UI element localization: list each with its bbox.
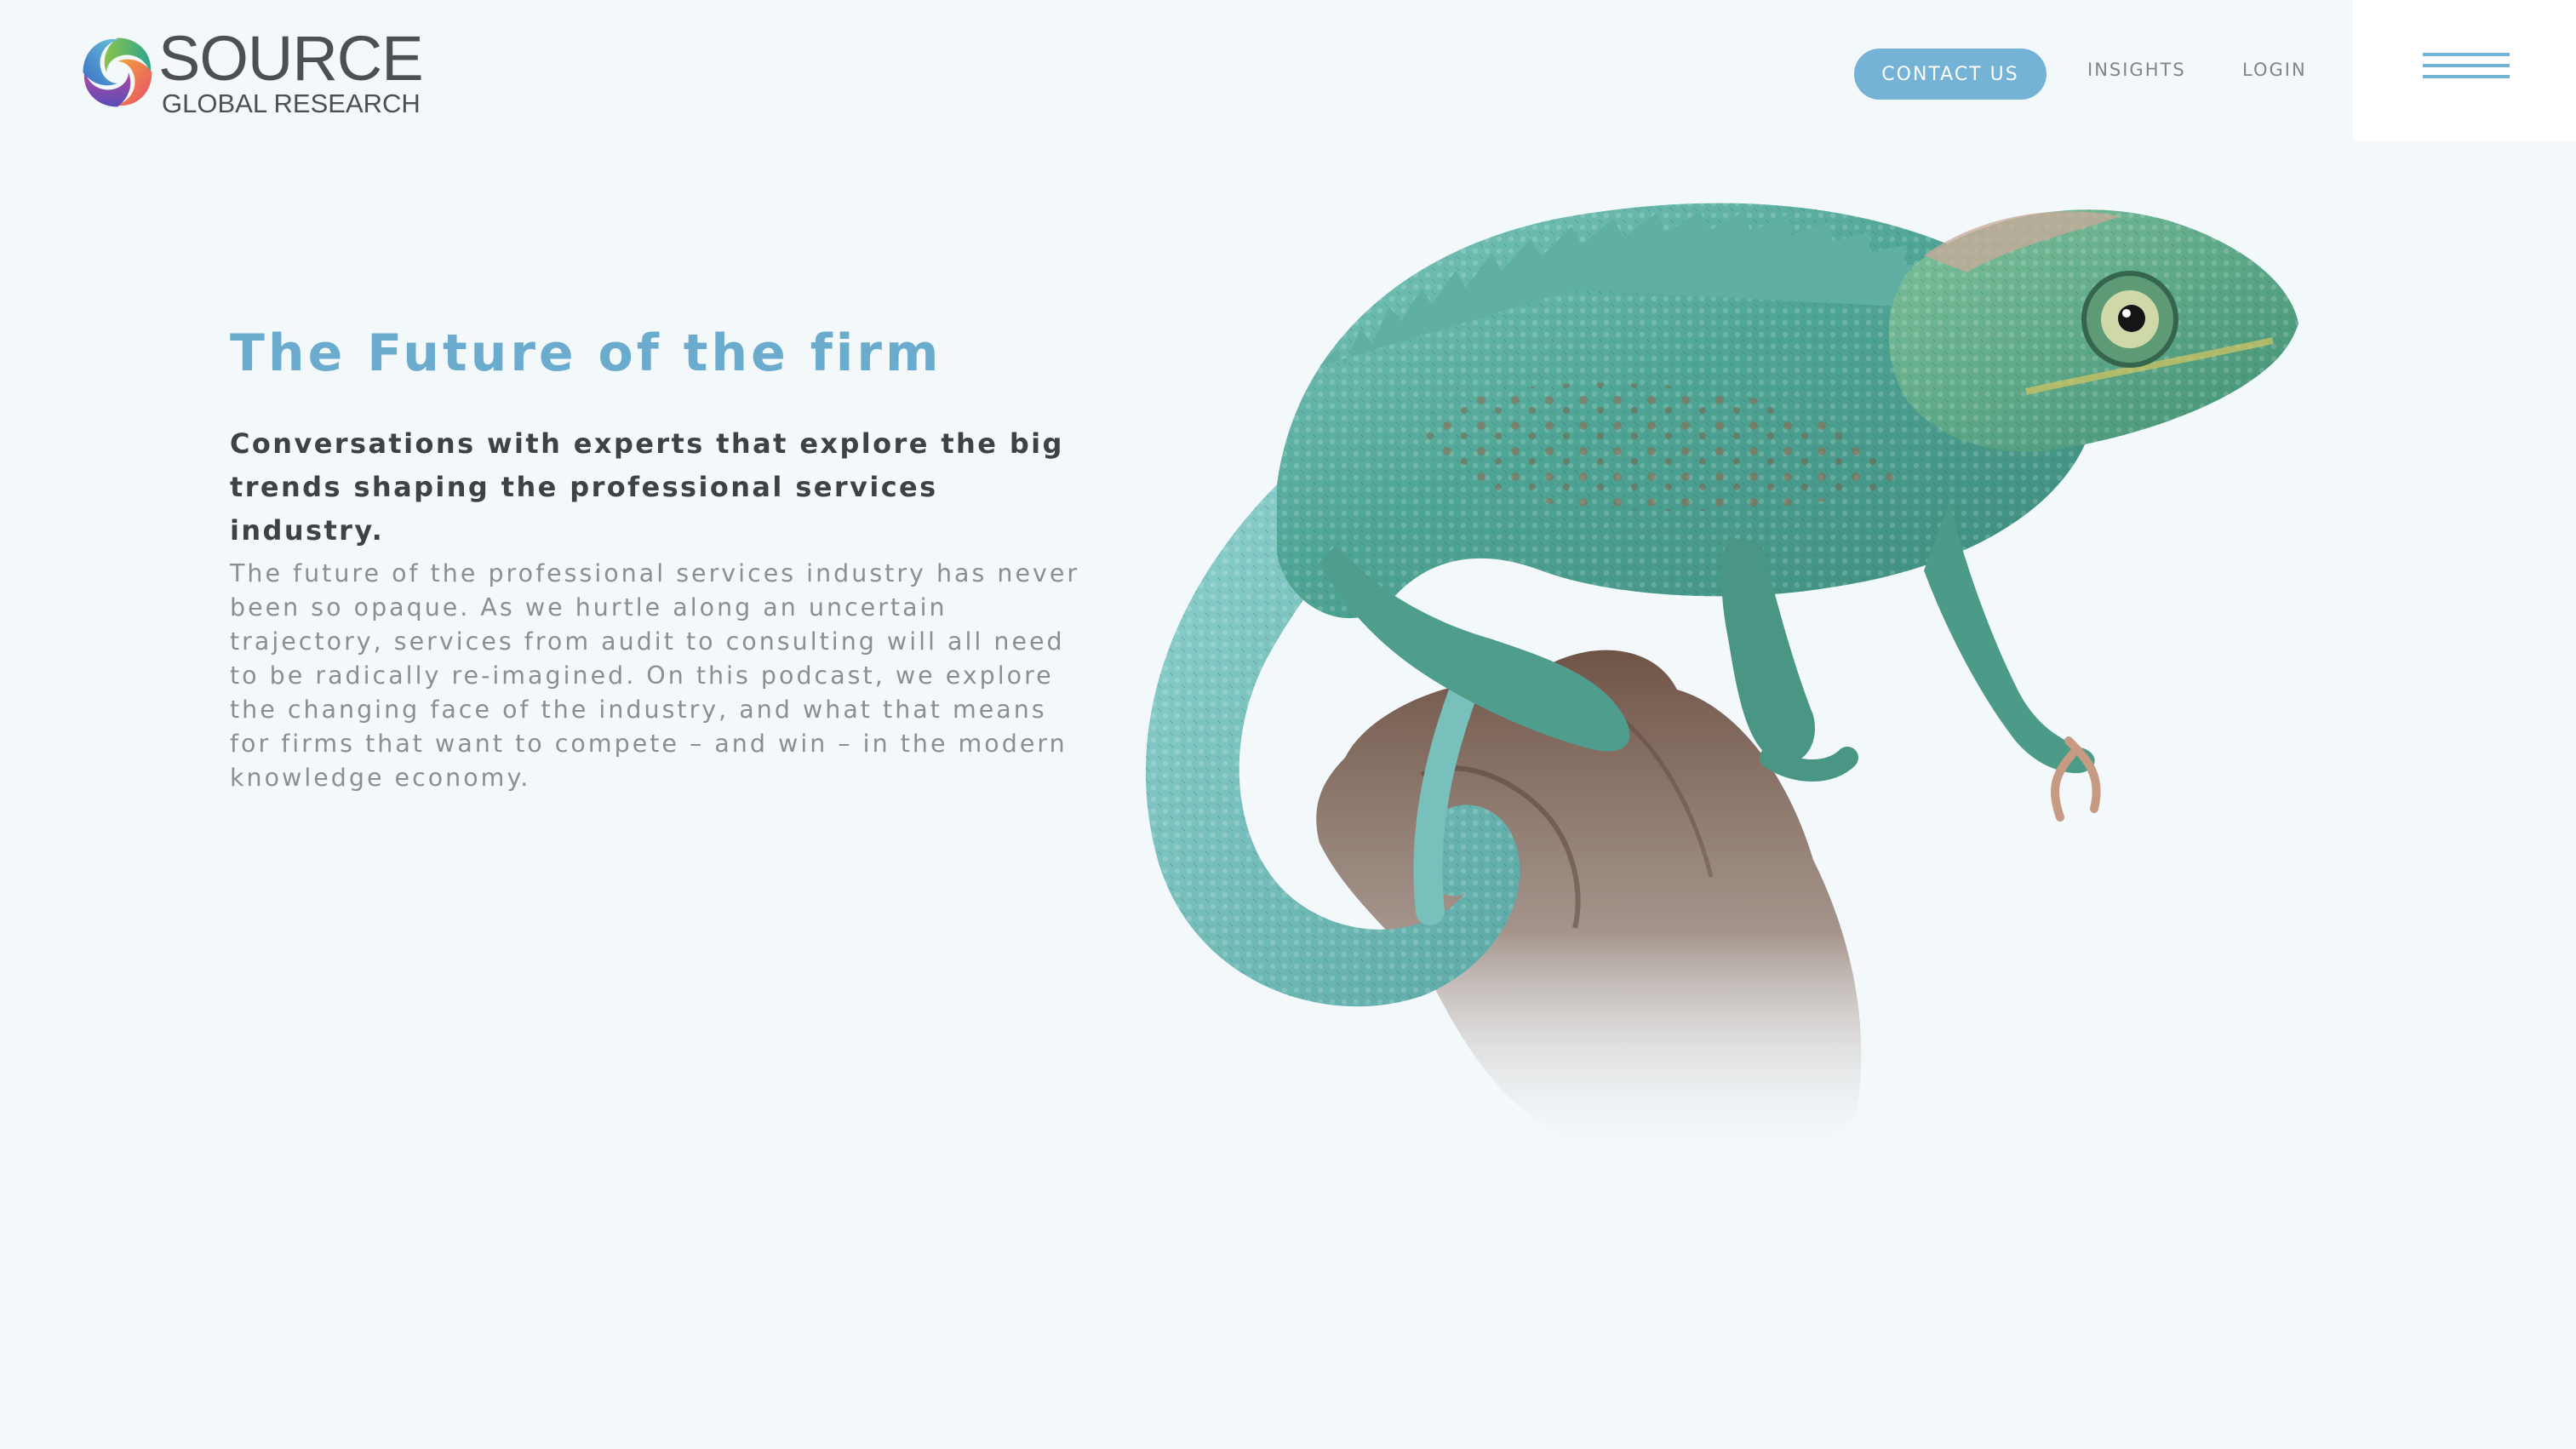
logo-primary-text: SOURCE: [158, 23, 424, 94]
chameleon-front-leg: [1924, 502, 2095, 774]
nav-link-login[interactable]: LOGIN: [2242, 60, 2307, 80]
menu-panel: [2353, 0, 2576, 141]
chameleon-illustration: [1145, 203, 2298, 1161]
logo-text: SOURCE GLOBAL RESEARCH: [158, 23, 424, 118]
hero-description: The future of the professional services …: [230, 559, 1080, 792]
logo[interactable]: SOURCE GLOBAL RESEARCH: [78, 23, 424, 118]
nav-link-insights[interactable]: INSIGHTS: [2087, 60, 2186, 80]
page-title: The Future of the firm: [230, 324, 942, 383]
contact-us-button[interactable]: CONTACT US: [1854, 49, 2046, 100]
hamburger-line: [2423, 64, 2510, 67]
hero-subtitle: Conversations with experts that explore …: [230, 427, 1064, 547]
hamburger-line: [2423, 75, 2510, 78]
logo-secondary-text: GLOBAL RESEARCH: [162, 89, 421, 118]
hamburger-line: [2423, 53, 2510, 56]
page: SOURCE GLOBAL RESEARCH CONTACT US INSIGH…: [0, 0, 2576, 1449]
logo-swirl-icon: [83, 37, 152, 106]
hamburger-menu-icon[interactable]: [2423, 51, 2510, 85]
